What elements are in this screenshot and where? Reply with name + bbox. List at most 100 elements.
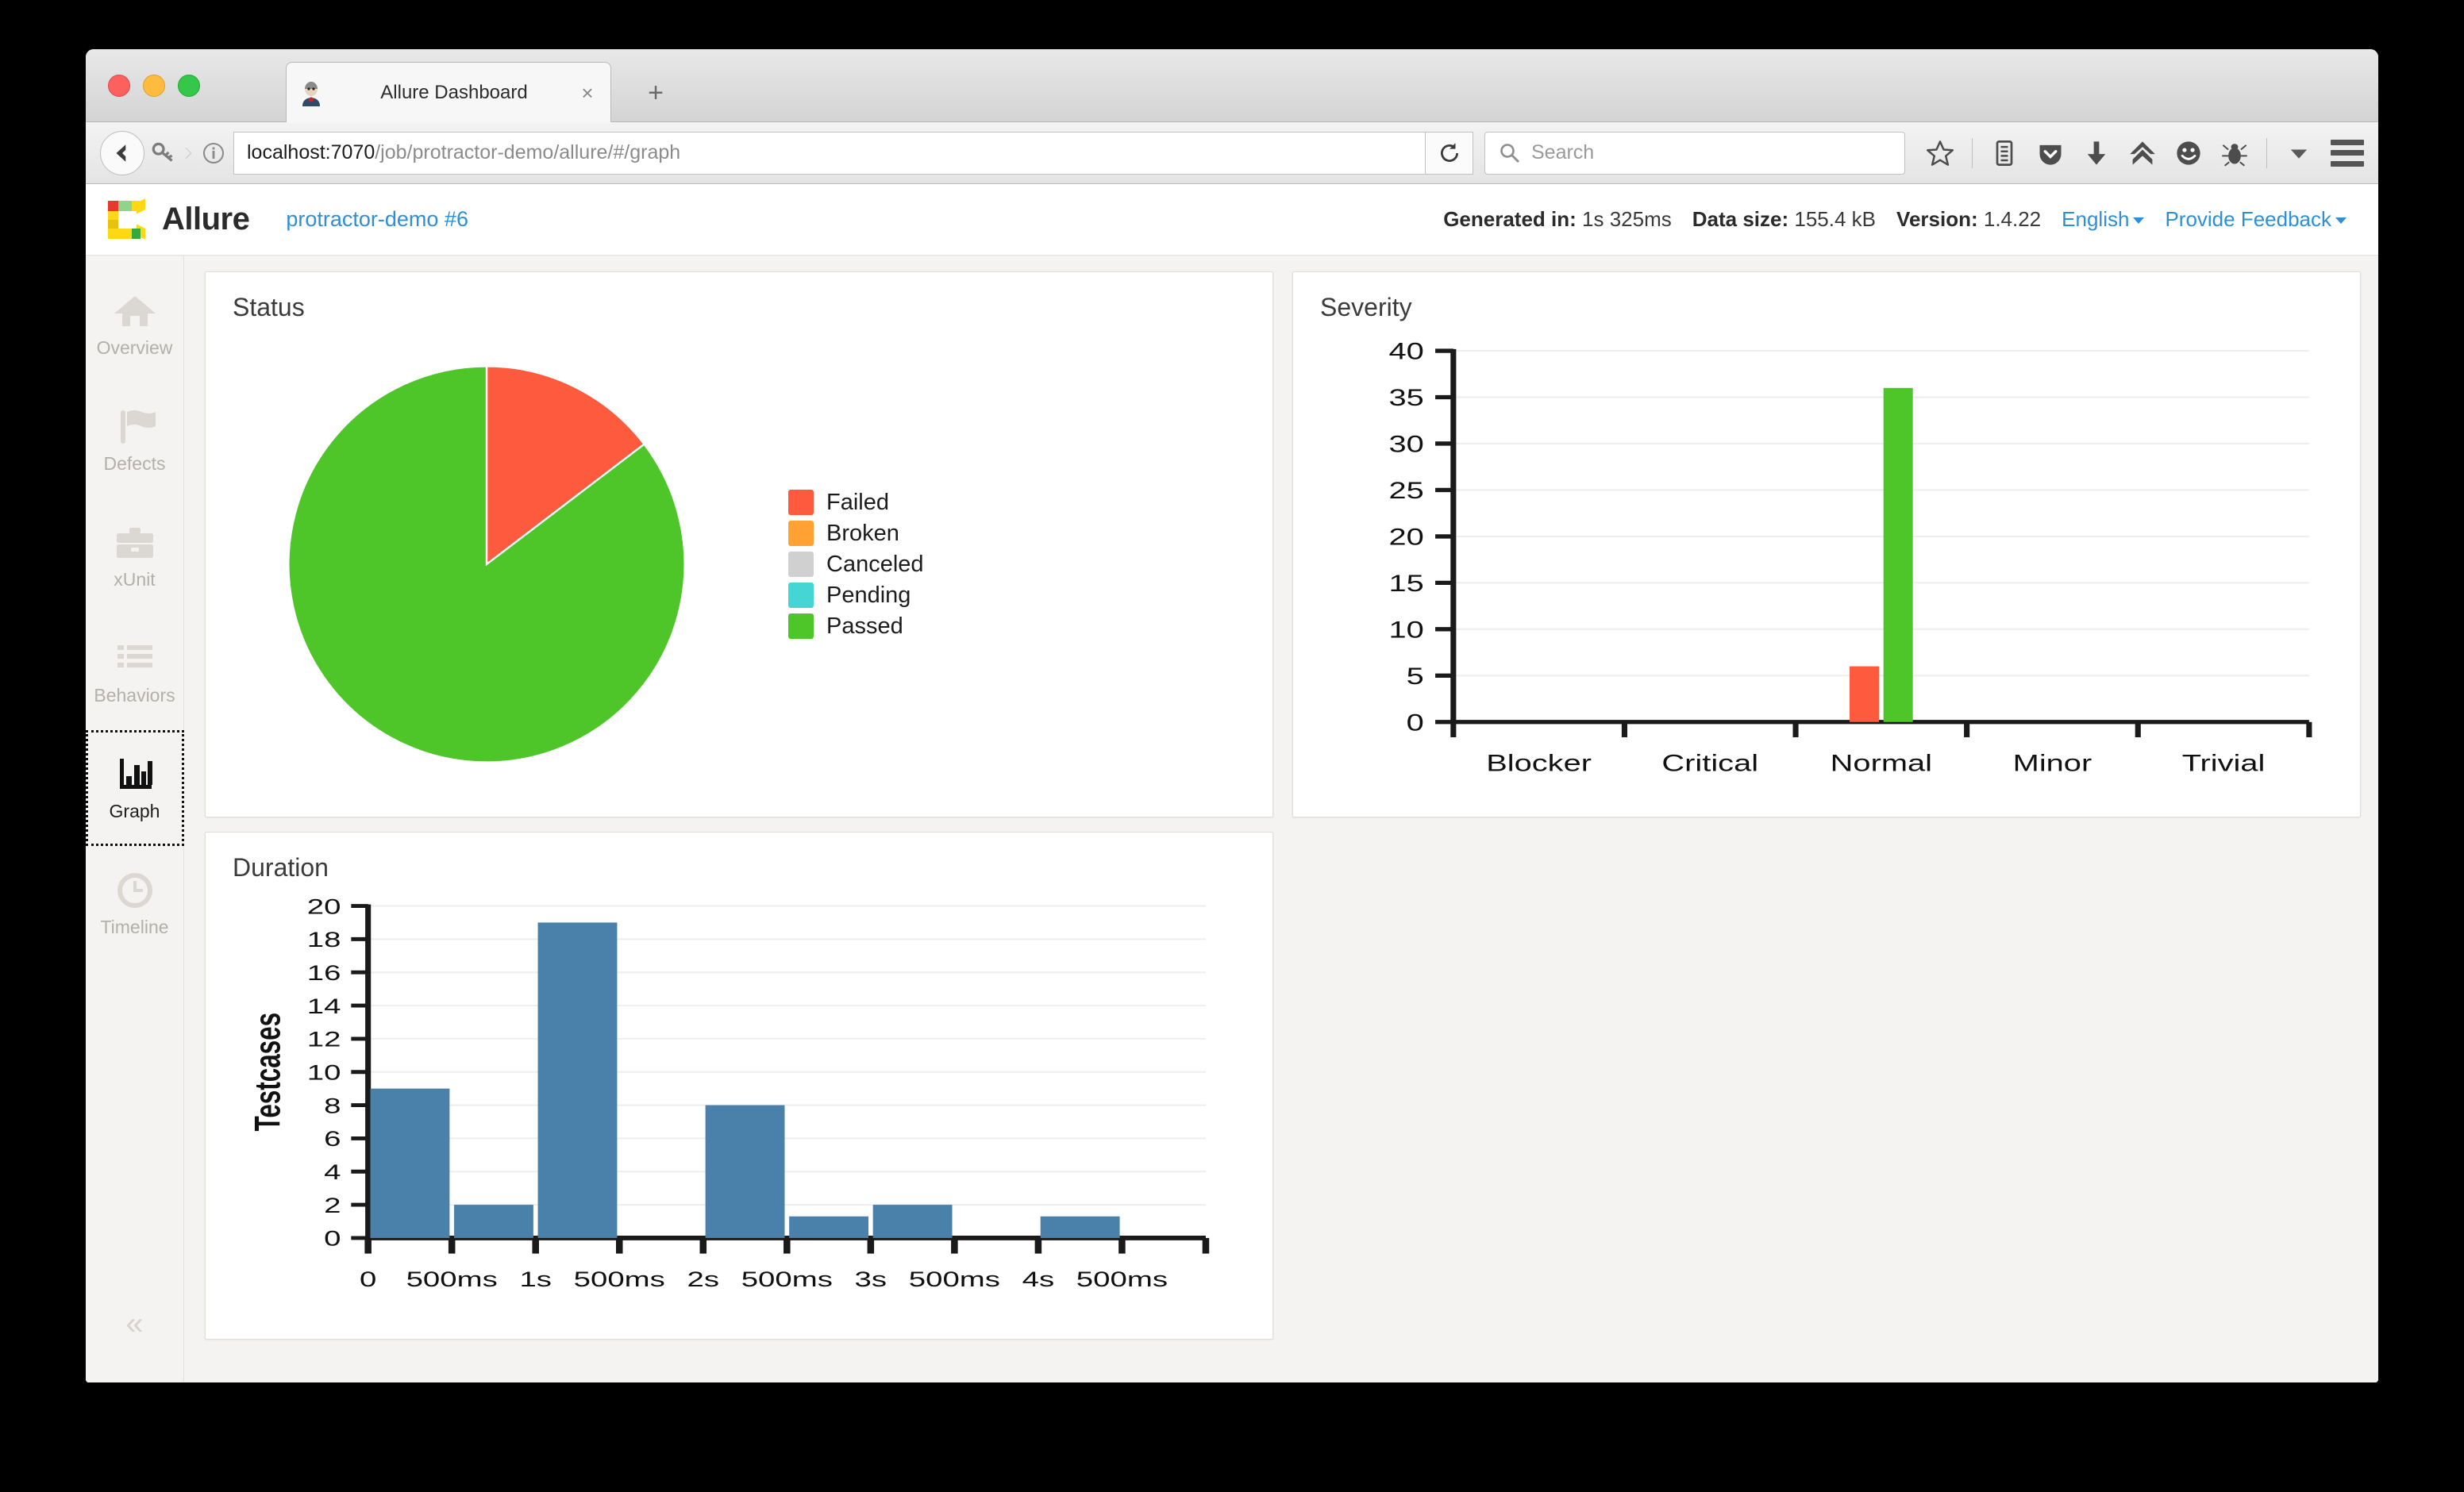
header-meta: Generated in: 1s 325ms Data size: 155.4 …: [1443, 207, 2347, 232]
star-icon[interactable]: [1926, 139, 1954, 167]
new-tab-button[interactable]: +: [641, 79, 670, 108]
bar[interactable]: [873, 1205, 953, 1238]
legend-item[interactable]: Canceled: [788, 552, 924, 578]
minimize-window-button[interactable]: [143, 75, 165, 97]
y-tick-label: 4: [324, 1160, 341, 1184]
y-tick-label: 16: [307, 961, 341, 985]
caret-down-icon: [2335, 217, 2347, 224]
reload-icon: [1437, 140, 1462, 166]
bar[interactable]: [789, 1217, 868, 1238]
menu-icon[interactable]: [2331, 140, 2364, 167]
search-input[interactable]: Search: [1484, 132, 1905, 175]
allure-app: Allure protractor-demo #6 Generated in: …: [86, 184, 2378, 1382]
bar[interactable]: [454, 1205, 533, 1238]
legend-swatch: [788, 490, 814, 515]
version: Version: 1.4.22: [1896, 207, 2041, 232]
reading-list-icon[interactable]: [1990, 139, 2019, 167]
x-tick-label: 500ms: [574, 1267, 665, 1291]
provide-feedback-menu[interactable]: Provide Feedback: [2165, 207, 2347, 232]
y-tick-label: 12: [307, 1028, 341, 1052]
status-pie-chart[interactable]: [280, 358, 693, 771]
language-selector[interactable]: English: [2062, 207, 2144, 232]
y-tick-label: 14: [307, 994, 341, 1018]
sidebar-item-timeline[interactable]: Timeline: [86, 846, 183, 962]
x-tick-label: 2s: [687, 1267, 720, 1291]
bar[interactable]: [706, 1106, 785, 1238]
x-tick-label: Normal: [1831, 750, 1932, 776]
search-placeholder: Search: [1531, 141, 1594, 164]
chevron-down-icon[interactable]: [2285, 139, 2313, 167]
close-icon[interactable]: ×: [576, 81, 599, 105]
generated-in: Generated in: 1s 325ms: [1443, 207, 1672, 232]
y-tick-label: 6: [324, 1127, 341, 1151]
double-chevron-left-icon: «: [125, 1308, 143, 1340]
browser-navbar: localhost:7070/job/protractor-demo/allur…: [86, 122, 2378, 184]
site-identity-box[interactable]: [149, 139, 227, 167]
toolbar-separator: [2266, 138, 2267, 168]
legend-item[interactable]: Failed: [788, 490, 924, 516]
close-window-button[interactable]: [108, 75, 130, 97]
reload-button[interactable]: [1426, 132, 1473, 175]
browser-tab[interactable]: Allure Dashboard ×: [286, 62, 611, 122]
url-host: localhost:7070: [247, 141, 375, 164]
sidebar-item-xunit[interactable]: xUnit: [86, 498, 183, 614]
x-tick-label: 500ms: [406, 1267, 498, 1291]
y-tick-label: 20: [1389, 524, 1424, 550]
legend-label: Canceled: [826, 552, 924, 578]
bar[interactable]: [1850, 667, 1879, 722]
severity-bar-chart[interactable]: 0510152025303540BlockerCriticalNormalMin…: [1320, 325, 2336, 800]
status-pie-wrap: Failed Broken Canceled Pending Passed: [233, 313, 1249, 816]
legend-item[interactable]: Passed: [788, 613, 924, 640]
y-axis-label: Testcases: [248, 1013, 288, 1132]
legend-item[interactable]: Broken: [788, 521, 924, 547]
sidebar-item-graph[interactable]: Graph: [86, 730, 184, 846]
home-icon: [113, 291, 157, 331]
sidebar-item-defects[interactable]: Defects: [86, 383, 183, 498]
data-size-value: 155.4 kB: [1794, 207, 1876, 231]
pocket-icon[interactable]: [2036, 139, 2065, 167]
legend-item[interactable]: Pending: [788, 583, 924, 609]
search-icon: [1498, 141, 1522, 165]
y-tick-label: 40: [1389, 338, 1424, 364]
maximize-window-button[interactable]: [178, 75, 200, 97]
legend-label: Failed: [826, 490, 889, 516]
chevron-right-icon: [183, 139, 195, 167]
legend-label: Broken: [826, 521, 899, 547]
collapse-sidebar-button[interactable]: «: [86, 1308, 183, 1340]
browser-window: Allure Dashboard × + loc: [86, 49, 2378, 1382]
home-icon[interactable]: [2128, 139, 2157, 167]
sidebar-item-label: Defects: [104, 453, 166, 475]
sidebar-item-overview[interactable]: Overview: [86, 267, 183, 383]
toolbar-separator: [1972, 138, 1973, 168]
generated-in-label: Generated in:: [1443, 207, 1577, 231]
sidebar-item-label: xUnit: [114, 569, 155, 590]
download-icon[interactable]: [2082, 139, 2111, 167]
back-button[interactable]: [100, 131, 144, 175]
briefcase-icon: [113, 523, 157, 563]
sidebar: Overview Defects xUn: [86, 256, 184, 1382]
y-tick-label: 15: [1389, 571, 1424, 597]
card-title: Duration: [233, 853, 1249, 883]
smiley-icon[interactable]: [2174, 139, 2203, 167]
sidebar-item-behaviors[interactable]: Behaviors: [86, 614, 183, 730]
y-tick-label: 0: [1407, 709, 1424, 736]
bar[interactable]: [1884, 388, 1913, 722]
bar[interactable]: [1041, 1217, 1120, 1238]
browser-titlebar: Allure Dashboard × +: [86, 49, 2378, 122]
info-icon: [200, 140, 227, 167]
firebug-icon[interactable]: [2220, 139, 2249, 167]
bar[interactable]: [538, 922, 618, 1237]
allure-brand[interactable]: Allure: [105, 198, 249, 242]
bar[interactable]: [371, 1089, 450, 1238]
browser-toolbar-icons: [1926, 138, 2313, 168]
url-input[interactable]: localhost:7070/job/protractor-demo/allur…: [233, 132, 1426, 175]
x-tick-label: 500ms: [741, 1267, 833, 1291]
list-icon: [113, 639, 157, 679]
flag-icon: [113, 407, 157, 447]
duration-bar-chart[interactable]: 024681012141618200500ms1s500ms2s500ms3s5…: [233, 886, 1249, 1322]
build-link[interactable]: protractor-demo #6: [286, 207, 468, 232]
sidebar-item-label: Graph: [110, 801, 160, 822]
card-title: Severity: [1320, 293, 2336, 322]
legend-label: Passed: [826, 613, 903, 640]
y-tick-label: 25: [1389, 478, 1424, 504]
